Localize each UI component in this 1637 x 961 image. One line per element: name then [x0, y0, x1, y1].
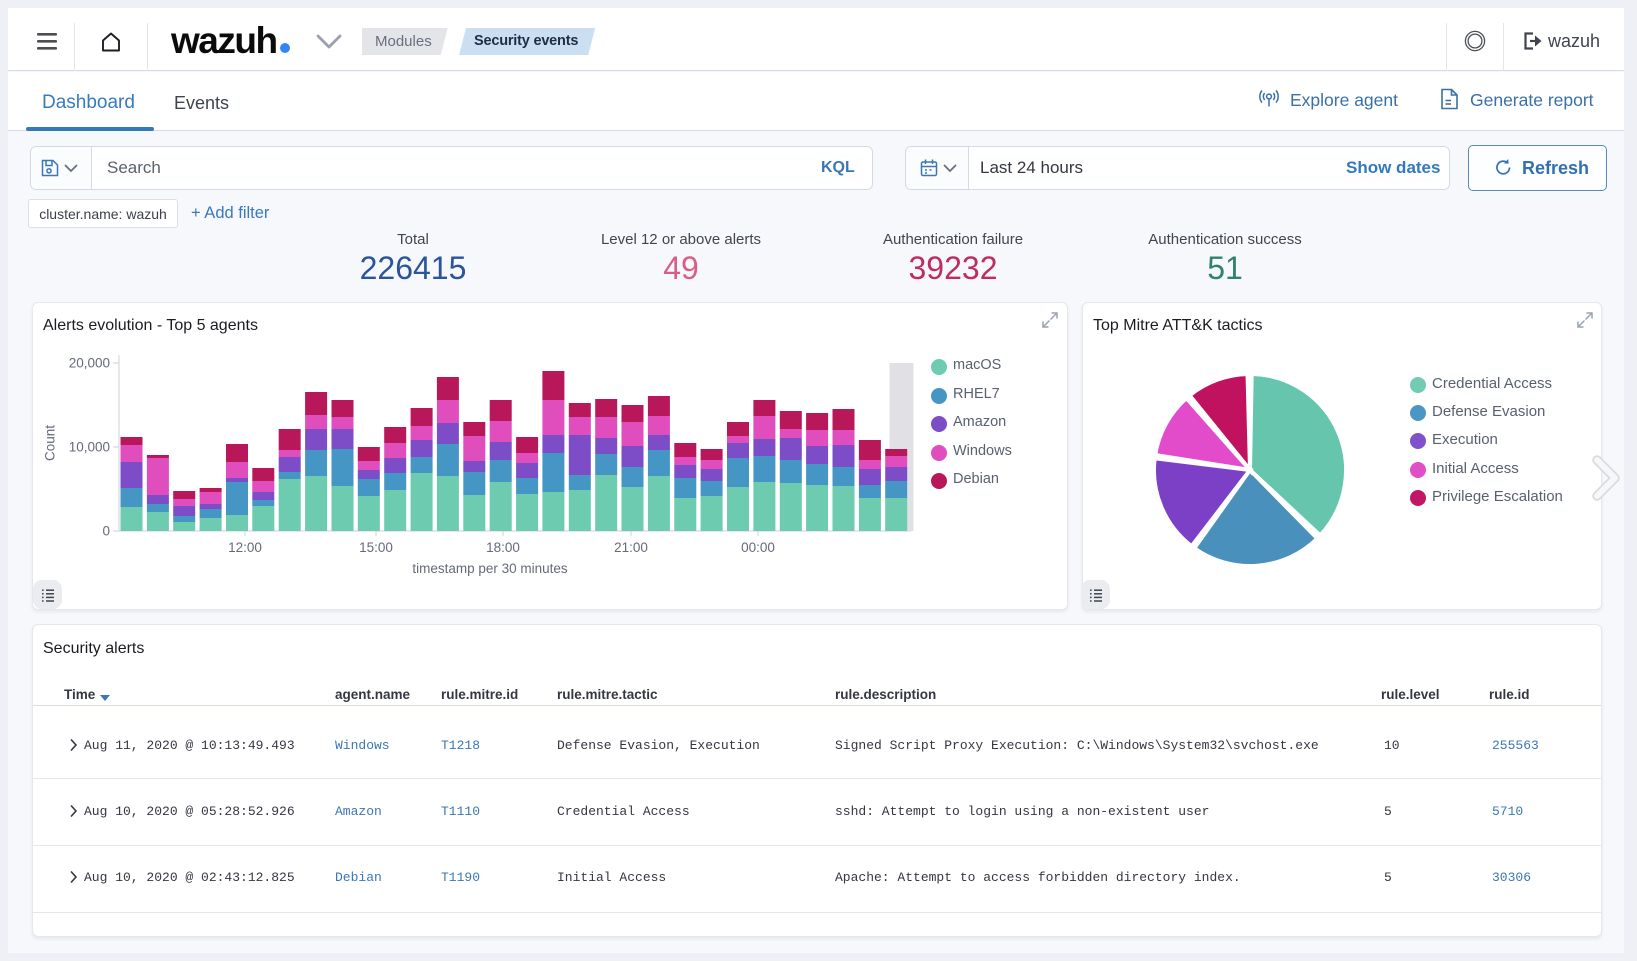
svg-text:15:00: 15:00 — [359, 540, 393, 555]
svg-text:timestamp per 30 minutes: timestamp per 30 minutes — [412, 561, 568, 576]
svg-text:18:00: 18:00 — [486, 540, 520, 555]
svg-text:21:00: 21:00 — [614, 540, 648, 555]
svg-text:00:00: 00:00 — [741, 540, 775, 555]
svg-text:12:00: 12:00 — [228, 540, 262, 555]
svg-text:10,000: 10,000 — [69, 440, 110, 455]
svg-text:20,000: 20,000 — [69, 356, 110, 371]
svg-text:0: 0 — [102, 524, 110, 539]
